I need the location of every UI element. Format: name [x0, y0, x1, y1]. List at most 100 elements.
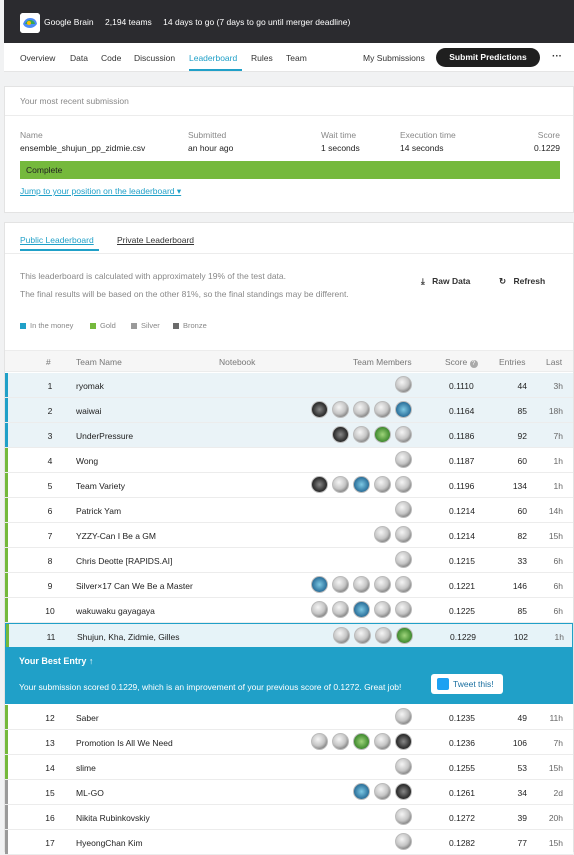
table-row[interactable]: 3 UnderPressure 0.1186 92 7h	[5, 423, 573, 448]
avatar[interactable]	[395, 576, 412, 593]
avatar[interactable]	[353, 576, 370, 593]
avatar[interactable]	[375, 627, 392, 644]
col-last[interactable]: Last	[546, 357, 562, 367]
col-rank[interactable]: #	[46, 357, 51, 367]
table-row[interactable]: 15 ML-GO 0.1261 34 2d	[5, 780, 573, 805]
table-row[interactable]: 4 Wong 0.1187 60 1h	[5, 448, 573, 473]
avatar[interactable]	[374, 401, 391, 418]
avatar[interactable]	[395, 708, 412, 725]
avatar[interactable]	[396, 627, 413, 644]
avatar[interactable]	[311, 733, 328, 750]
avatar[interactable]	[374, 601, 391, 618]
tab-leaderboard[interactable]: Leaderboard	[189, 53, 237, 63]
row-team-name[interactable]: slime	[76, 763, 96, 773]
table-row[interactable]: 17 HyeongChan Kim 0.1282 77 15h	[5, 830, 573, 855]
row-team-name[interactable]: Nikita Rubinkovskiy	[76, 813, 150, 823]
avatar[interactable]	[395, 526, 412, 543]
col-team-members[interactable]: Team Members	[353, 357, 412, 367]
row-team-name[interactable]: Silver×17 Can We Be a Master	[76, 581, 193, 591]
tab-public-leaderboard[interactable]: Public Leaderboard	[20, 235, 94, 245]
col-entries[interactable]: Entries	[499, 357, 525, 367]
avatar[interactable]	[333, 627, 350, 644]
tweet-button[interactable]: Tweet this!	[431, 674, 503, 694]
row-team-name[interactable]: Chris Deotte [RAPIDS.AI]	[76, 556, 172, 566]
refresh-button[interactable]: ↻ Refresh	[499, 276, 545, 287]
row-team-name[interactable]: ryomak	[76, 381, 104, 391]
tab-team[interactable]: Team	[286, 53, 307, 63]
avatar[interactable]	[353, 401, 370, 418]
avatar[interactable]	[311, 476, 328, 493]
row-team-name[interactable]: YZZY-Can I Be a GM	[76, 531, 156, 541]
avatar[interactable]	[353, 783, 370, 800]
table-row[interactable]: 12 Saber 0.1235 49 11h	[5, 705, 573, 730]
row-team-name[interactable]: UnderPressure	[76, 431, 133, 441]
my-submissions-link[interactable]: My Submissions	[363, 53, 425, 63]
row-team-name[interactable]: ML-GO	[76, 788, 104, 798]
table-row[interactable]: 7 YZZY-Can I Be a GM 0.1214 82 15h	[5, 523, 573, 548]
avatar[interactable]	[395, 601, 412, 618]
avatar[interactable]	[395, 733, 412, 750]
table-row[interactable]: 11 Shujun, Kha, Zidmie, Gilles 0.1229 102 1h	[5, 623, 573, 648]
avatar[interactable]	[311, 601, 328, 618]
table-row[interactable]: 6 Patrick Yam 0.1214 60 14h	[5, 498, 573, 523]
avatar[interactable]	[374, 576, 391, 593]
avatar[interactable]	[395, 476, 412, 493]
tab-discussion[interactable]: Discussion	[134, 53, 175, 63]
avatar[interactable]	[332, 576, 349, 593]
row-team-name[interactable]: Wong	[76, 456, 98, 466]
avatar[interactable]	[395, 426, 412, 443]
table-row[interactable]: 14 slime 0.1255 53 15h	[5, 755, 573, 780]
col-notebook[interactable]: Notebook	[219, 357, 255, 367]
row-team-name[interactable]: Promotion Is All We Need	[76, 738, 173, 748]
tab-code[interactable]: Code	[101, 53, 121, 63]
avatar[interactable]	[353, 601, 370, 618]
avatar[interactable]	[374, 733, 391, 750]
jump-to-position-link[interactable]: Jump to your position on the leaderboard…	[20, 186, 181, 197]
table-row[interactable]: 9 Silver×17 Can We Be a Master 0.1221 146 6h	[5, 573, 573, 598]
avatar[interactable]	[332, 426, 349, 443]
row-team-name[interactable]: HyeongChan Kim	[76, 838, 143, 848]
avatar[interactable]	[395, 376, 412, 393]
row-team-name[interactable]: Shujun, Kha, Zidmie, Gilles	[77, 632, 180, 642]
row-team-name[interactable]: waiwai	[76, 406, 102, 416]
avatar[interactable]	[395, 833, 412, 850]
table-row[interactable]: 13 Promotion Is All We Need 0.1236 106 7h	[5, 730, 573, 755]
avatar[interactable]	[353, 733, 370, 750]
row-team-name[interactable]: wakuwaku gayagaya	[76, 606, 155, 616]
table-row[interactable]: 1 ryomak 0.1110 44 3h	[5, 373, 573, 398]
avatar[interactable]	[395, 808, 412, 825]
avatar[interactable]	[374, 426, 391, 443]
tab-overview[interactable]: Overview	[20, 53, 55, 63]
row-team-name[interactable]: Team Variety	[76, 481, 125, 491]
table-row[interactable]: 8 Chris Deotte [RAPIDS.AI] 0.1215 33 6h	[5, 548, 573, 573]
tab-private-leaderboard[interactable]: Private Leaderboard	[117, 235, 194, 245]
submit-predictions-button[interactable]: Submit Predictions	[436, 48, 540, 67]
competition-name[interactable]: Google Brain	[44, 17, 94, 27]
avatar[interactable]	[395, 401, 412, 418]
avatar[interactable]	[374, 476, 391, 493]
table-row[interactable]: 16 Nikita Rubinkovskiy 0.1272 39 20h	[5, 805, 573, 830]
avatar[interactable]	[395, 451, 412, 468]
avatar[interactable]	[374, 526, 391, 543]
avatar[interactable]	[354, 627, 371, 644]
col-score[interactable]: Score ?	[445, 357, 478, 368]
avatar[interactable]	[332, 401, 349, 418]
avatar[interactable]	[332, 601, 349, 618]
tab-rules[interactable]: Rules	[251, 53, 273, 63]
table-row[interactable]: 2 waiwai 0.1164 85 18h	[5, 398, 573, 423]
avatar[interactable]	[353, 426, 370, 443]
avatar[interactable]	[332, 733, 349, 750]
table-row[interactable]: 5 Team Variety 0.1196 134 1h	[5, 473, 573, 498]
avatar[interactable]	[395, 758, 412, 775]
row-team-name[interactable]: Patrick Yam	[76, 506, 121, 516]
more-options-icon[interactable]: ···	[552, 51, 562, 62]
avatar[interactable]	[311, 401, 328, 418]
avatar[interactable]	[395, 501, 412, 518]
raw-data-button[interactable]: ⤓ Raw Data	[421, 276, 470, 287]
help-icon[interactable]: ?	[469, 360, 478, 368]
avatar[interactable]	[395, 783, 412, 800]
avatar[interactable]	[353, 476, 370, 493]
avatar[interactable]	[395, 551, 412, 568]
tab-data[interactable]: Data	[70, 53, 88, 63]
table-row[interactable]: 10 wakuwaku gayagaya 0.1225 85 6h	[5, 598, 573, 623]
